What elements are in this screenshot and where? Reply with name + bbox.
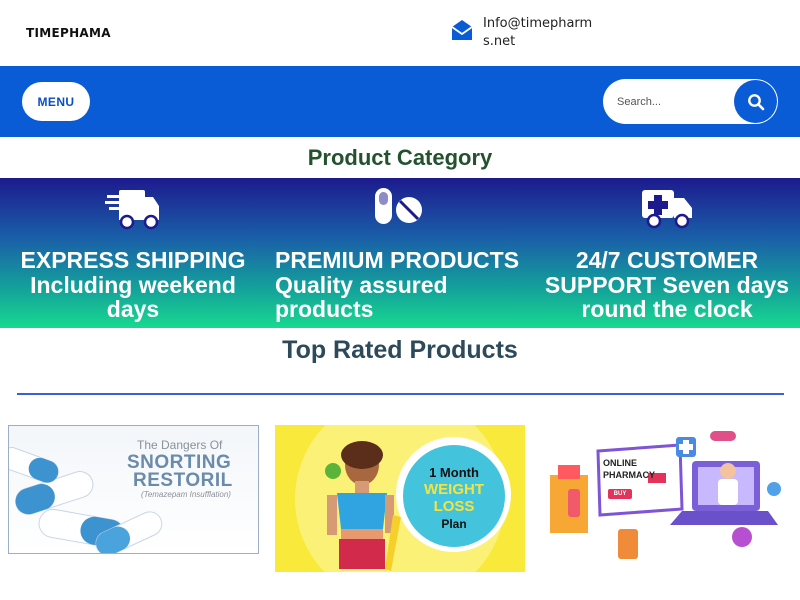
product-card-restoril[interactable]: The Dangers Of SNORTING RESTORIL (Temaze… — [8, 425, 259, 554]
product-heading: PHARMACY — [603, 470, 656, 480]
badge-text: LOSS — [433, 498, 475, 515]
feature-premium-products: PREMIUM PRODUCTS Quality assured product… — [273, 178, 523, 328]
feature-text: PREMIUM PRODUCTS Quality assured product… — [275, 247, 520, 322]
envelope-icon — [451, 20, 473, 40]
top-header: TIMEPHAMA Info@timepharms.net — [0, 0, 800, 66]
product-heading: The Dangers Of — [137, 438, 223, 452]
main-navbar: MENU — [0, 66, 800, 137]
search-box — [603, 79, 778, 124]
badge-text: WEIGHT — [424, 481, 484, 498]
ambulance-icon — [642, 190, 692, 229]
product-headline: RESTORIL — [133, 470, 233, 491]
feature-customer-support: 24/7 CUSTOMER SUPPORT Seven days round t… — [540, 178, 794, 328]
feature-text: 24/7 CUSTOMER SUPPORT Seven days round t… — [544, 247, 790, 322]
buy-button[interactable]: BUY — [608, 489, 632, 499]
truck-fast-icon — [105, 190, 159, 230]
feature-express-shipping: EXPRESS SHIPPING Including weekend days — [10, 178, 256, 328]
weight-loss-badge-inner: 1 Month WEIGHT LOSS Plan — [403, 445, 505, 547]
section-divider — [17, 393, 784, 395]
search-button[interactable] — [734, 80, 777, 123]
search-icon — [747, 93, 764, 110]
site-logo[interactable]: TIMEPHAMA — [26, 26, 111, 40]
contact-email[interactable]: Info@timepharms.net — [450, 15, 601, 51]
badge-text: 1 Month — [429, 465, 479, 480]
pills-icon — [375, 188, 422, 224]
top-rated-title: Top Rated Products — [282, 336, 518, 364]
contact-email-text: Info@timepharms.net — [483, 16, 593, 49]
search-input[interactable] — [617, 91, 727, 112]
badge-text: Plan — [441, 517, 467, 531]
product-card-online-pharmacy[interactable]: ONLINE PHARMACY BUY — [542, 425, 792, 572]
features-banner: EXPRESS SHIPPING Including weekend days … — [0, 178, 800, 328]
online-pharmacy-image — [550, 431, 781, 559]
product-category-title: Product Category — [307, 145, 493, 170]
product-card-weight-loss[interactable]: 1 Month WEIGHT LOSS Plan — [275, 425, 525, 572]
product-heading: ONLINE — [603, 458, 638, 468]
menu-button[interactable]: MENU — [22, 82, 90, 121]
feature-text: EXPRESS SHIPPING Including weekend days — [20, 247, 246, 322]
product-subtitle: (Temazepam Insufflation) — [141, 490, 231, 499]
